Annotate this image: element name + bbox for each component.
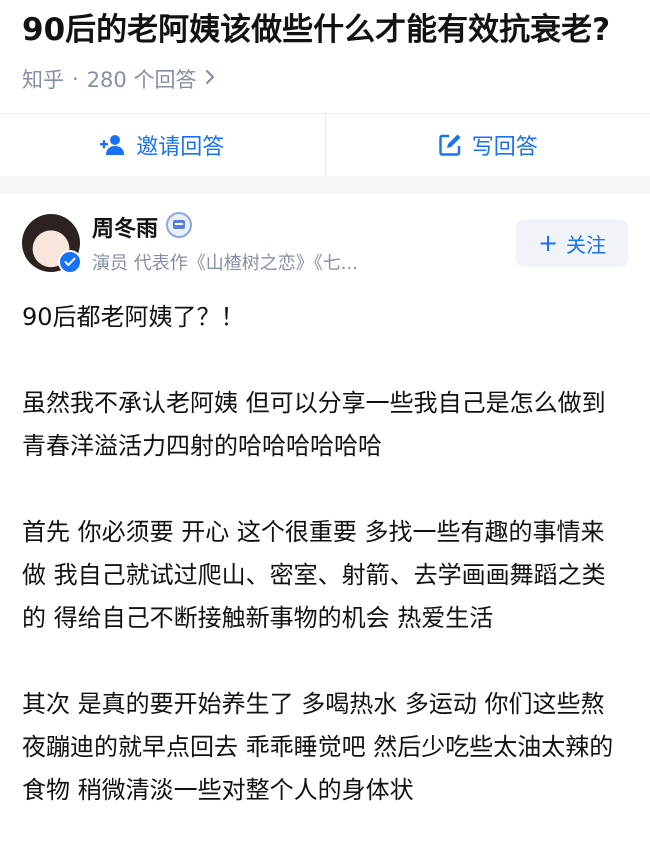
author-row: 周冬雨 演员 代表作《山楂树之恋》《七... + 关注 <box>22 194 628 292</box>
follow-button[interactable]: + 关注 <box>516 219 628 267</box>
write-answer-label: 写回答 <box>471 135 538 160</box>
author-description: 演员 代表作《山楂树之恋》《七... <box>92 253 358 274</box>
question-actions: 邀请回答 写回答 <box>0 113 650 176</box>
invite-answer-button[interactable]: 邀请回答 <box>0 114 325 176</box>
author-name[interactable]: 周冬雨 <box>92 211 158 243</box>
plus-icon: + <box>537 229 559 257</box>
answer-paragraph: 其次 是真的要开始养生了 多喝热水 多运动 你们这些熬夜蹦迪的就早点回去 乖乖睡… <box>22 690 614 804</box>
write-answer-button[interactable]: 写回答 <box>324 114 650 176</box>
answer-count: 280 个回答 <box>86 68 197 92</box>
question-header: 90后的老阿姨该做些什么才能有效抗衰老? 知乎 · 280 个回答 <box>0 0 650 94</box>
answer-paragraph: 虽然我不承认老阿姨 但可以分享一些我自己是怎么做到 青春洋溢活力四射的哈哈哈哈哈… <box>22 389 606 460</box>
source-label: 知乎 <box>22 68 64 92</box>
question-meta[interactable]: 知乎 · 280 个回答 <box>22 64 628 94</box>
follow-label: 关注 <box>566 232 607 257</box>
answer-content[interactable]: 90后都老阿姨了？！ 虽然我不承认老阿姨 但可以分享一些我自己是怎么做到 青春洋… <box>22 292 628 812</box>
answer-paragraph: 首先 你必须要 开心 这个很重要 多找一些有趣的事情来做 我自己就试过爬山、密室… <box>22 518 606 632</box>
author-name-row: 周冬雨 <box>92 211 516 243</box>
section-divider <box>0 176 650 194</box>
author-info: 周冬雨 演员 代表作《山楂树之恋》《七... <box>92 211 516 275</box>
verified-check-icon <box>58 250 82 274</box>
chevron-right-icon <box>204 67 216 91</box>
edit-icon <box>439 134 461 156</box>
invite-answer-label: 邀请回答 <box>136 135 225 160</box>
creator-badge-icon[interactable] <box>166 212 193 242</box>
answer-card: 周冬雨 演员 代表作《山楂树之恋》《七... + 关注 90后都老阿姨了？！ 虽… <box>0 194 650 812</box>
answer-paragraph: 90后都老阿姨了？！ <box>22 303 245 331</box>
question-title[interactable]: 90后的老阿姨该做些什么才能有效抗衰老? <box>22 0 628 54</box>
avatar[interactable] <box>22 214 82 274</box>
meta-separator: · <box>72 67 79 91</box>
add-person-icon <box>100 135 125 155</box>
